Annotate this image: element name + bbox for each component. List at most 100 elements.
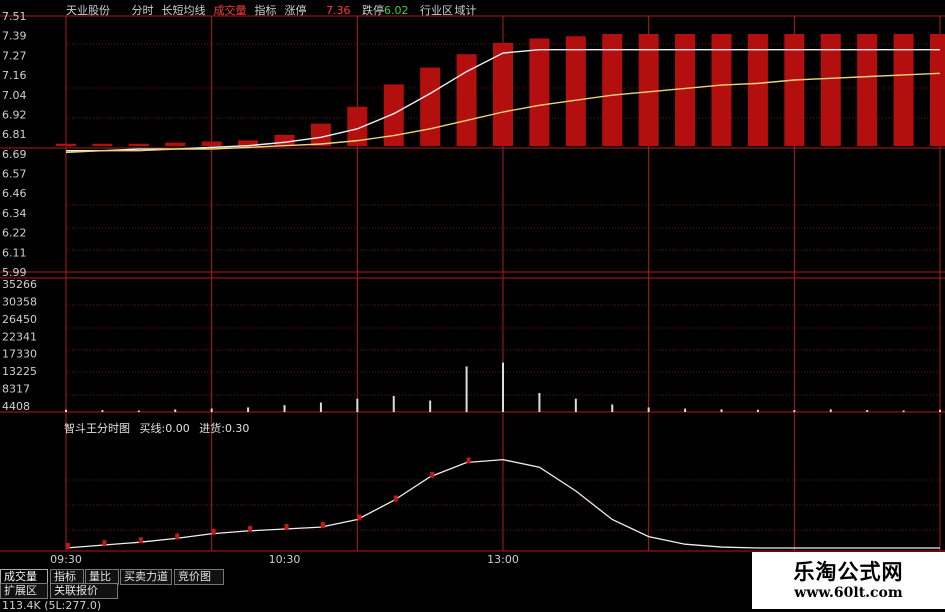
volume-bar	[392, 396, 395, 412]
volume-bar	[902, 410, 905, 412]
volume-bar	[939, 409, 941, 412]
price-axis-label: 6.22	[2, 227, 27, 240]
limit-down-label: 跌停	[362, 4, 384, 17]
volume-bars	[65, 362, 941, 412]
header-mode-item[interactable]: 分时	[132, 4, 154, 17]
indicator-header: 智斗王分时图 买线:0.00 进货:0.30	[64, 420, 255, 436]
indicator-bar	[175, 533, 180, 540]
price-bar	[92, 143, 113, 146]
price-bar	[565, 36, 586, 146]
sell-line-value: 0.30	[224, 422, 250, 435]
indicator-bar	[320, 522, 325, 529]
volume-axis-label: 17330	[2, 348, 37, 361]
price-axis-label: 7.04	[2, 89, 27, 102]
volume-bar	[829, 409, 832, 412]
tab-4[interactable]: 竞价图	[174, 569, 224, 585]
price-bar	[747, 34, 768, 146]
status-text: 113.4K (5L:277.0)	[2, 599, 102, 612]
volume-bar	[756, 409, 759, 412]
volume-bar	[319, 402, 322, 412]
indicator-bar	[284, 524, 289, 530]
price-bar	[529, 38, 550, 147]
price-bar	[602, 34, 623, 146]
header-mode-item[interactable]: 成交量	[214, 4, 247, 17]
volume-axis-label: 30358	[2, 295, 37, 308]
price-bar	[128, 143, 149, 146]
volume-bar	[720, 409, 723, 412]
price-axis-label: 7.16	[2, 69, 27, 82]
price-bar	[638, 34, 659, 146]
volume-bar	[283, 405, 286, 412]
indicator-bar	[66, 543, 70, 549]
volume-axis-label: 22341	[2, 330, 37, 343]
indicator-bar	[211, 528, 216, 535]
tab-6[interactable]: 关联报价	[50, 583, 118, 599]
volume-axis-label: 35266	[2, 278, 37, 291]
volume-axis-label: 4408	[2, 400, 30, 413]
price-axis-label: 6.57	[2, 168, 27, 181]
watermark-title: 乐淘公式网	[793, 560, 904, 584]
volume-bar	[465, 366, 468, 412]
header-mode-item[interactable]: 涨停	[285, 4, 307, 17]
indicator-bar	[102, 540, 107, 547]
price-bar	[420, 67, 441, 146]
volume-bar	[502, 362, 504, 412]
stock-name: 天业股份	[66, 4, 110, 17]
price-axis-label: 7.39	[2, 30, 27, 43]
tab-3[interactable]: 买卖力道	[120, 569, 172, 585]
volume-bar	[538, 393, 541, 412]
volume-bar	[174, 409, 177, 412]
buy-line-label: 买线:	[139, 422, 166, 435]
price-bar	[55, 143, 77, 146]
sell-line-label: 进货:	[199, 422, 225, 435]
price-axis-label: 6.11	[2, 246, 27, 259]
volume-bar	[684, 408, 687, 412]
price-axis-label: 6.81	[2, 128, 27, 141]
volume-axis-label: 13225	[2, 365, 37, 378]
header-mode-item[interactable]: 长短均线	[162, 4, 206, 17]
limit-up-value: 7.36	[326, 4, 351, 17]
price-axis-label: 7.27	[2, 49, 27, 62]
limit-down-value: 6.02	[384, 4, 409, 17]
price-bar	[165, 142, 186, 146]
volume-bar	[210, 408, 213, 412]
indicator-bar	[357, 514, 362, 521]
terminal-window: 7.51 7.39 7.27 7.16 7.04 6.92 6.81 6.69 6.57 6.46…	[0, 0, 945, 612]
price-axis-label: 6.46	[2, 187, 27, 200]
volume-bar	[611, 404, 614, 412]
volume-bar	[866, 410, 869, 412]
price-bar	[893, 34, 914, 146]
price-bar	[711, 34, 732, 146]
watermark-url: www.60lt.com	[794, 585, 903, 601]
price-bar	[201, 141, 222, 146]
volume-bar	[429, 400, 432, 412]
trailing-text: 域计	[454, 4, 477, 17]
price-bar	[929, 34, 945, 146]
header-mode-item[interactable]: 指标	[255, 4, 277, 17]
price-bar	[820, 34, 841, 146]
price-axis-label: 7.51	[2, 10, 27, 23]
tab-5[interactable]: 扩展区	[0, 583, 48, 599]
axis-labels: 7.51 7.39 7.27 7.16 7.04 6.92 6.81 6.69 6.57 6.46…	[2, 10, 519, 566]
price-bar	[492, 42, 514, 146]
time-axis-label: 09:30	[50, 553, 82, 566]
buy-line-value: 0.00	[165, 422, 190, 435]
volume-bar	[574, 398, 577, 412]
price-bar	[857, 34, 878, 146]
indicator-bar	[138, 537, 143, 544]
volume-bar	[793, 410, 796, 412]
industry-label: 行业区	[420, 4, 453, 17]
price-axis-label: 6.92	[2, 108, 27, 121]
volume-bar	[137, 410, 140, 412]
time-axis-label: 13:00	[487, 553, 519, 566]
volume-bar	[647, 407, 650, 412]
volume-axis-label: 26450	[2, 313, 37, 326]
volume-bar	[65, 409, 67, 412]
price-bar	[310, 123, 331, 146]
volume-bar	[356, 398, 359, 412]
watermark-logo: 乐淘公式网 www.60lt.com	[752, 552, 945, 609]
intraday-chart: 7.51 7.39 7.27 7.16 7.04 6.92 6.81 6.69 6.57 6.46…	[0, 10, 945, 566]
indicator-bar	[393, 495, 398, 502]
indicator-name: 智斗王分时图	[64, 422, 130, 435]
price-axis-label: 6.69	[2, 148, 27, 161]
